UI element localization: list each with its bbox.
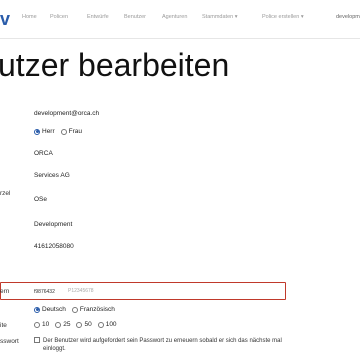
radio-checked-icon[interactable]: [34, 306, 40, 313]
page-size-10-option[interactable]: 10: [34, 321, 49, 328]
page-size-50-option[interactable]: 50: [76, 321, 92, 328]
salutation-radio-group: Herr Frau: [34, 128, 88, 135]
language-franzoesisch-option[interactable]: Französisch: [71, 306, 115, 313]
top-navbar: v Home Policen Entwürfe Benutzer Agentur…: [0, 0, 360, 39]
page-title: utzer bearbeiten: [0, 47, 230, 83]
page-size-25-option[interactable]: 25: [55, 321, 70, 328]
radio-unchecked-icon[interactable]: [71, 306, 78, 313]
reset-password-text: Der Benutzer wird aufgefordert sein Pass…: [43, 338, 282, 352]
language-franzoesisch-label: Französisch: [79, 306, 115, 313]
page-size-label: ite: [0, 322, 7, 329]
phone-field[interactable]: 41612058080: [34, 243, 74, 250]
radio-unchecked-icon[interactable]: [34, 321, 40, 328]
page-size-radio-group: 10 25 50 100: [34, 321, 123, 328]
page-size-50-label: 50: [84, 321, 92, 328]
salutation-herr-option[interactable]: Herr: [34, 128, 55, 135]
short-label: rzel: [0, 190, 11, 197]
page-size-25-label: 25: [63, 321, 71, 328]
nav-police-erstellen-dropdown[interactable]: Police erstellen ▾: [262, 14, 304, 20]
email-field[interactable]: development@orca.ch: [34, 110, 99, 117]
radio-unchecked-icon[interactable]: [55, 321, 62, 328]
user-menu[interactable]: developme: [336, 14, 360, 20]
radio-unchecked-icon[interactable]: [60, 128, 67, 135]
brand-logo[interactable]: v: [0, 9, 10, 30]
department-field[interactable]: Development: [34, 221, 72, 228]
password-label: ern: [0, 288, 10, 295]
page-size-10-label: 10: [42, 321, 50, 328]
radio-checked-icon[interactable]: [34, 128, 40, 135]
short-field[interactable]: OSe: [34, 196, 47, 203]
first-name-field[interactable]: ORCA: [34, 150, 53, 157]
language-deutsch-option[interactable]: Deutsch: [34, 306, 66, 313]
radio-unchecked-icon[interactable]: [76, 321, 83, 328]
nav-policen[interactable]: Policen: [50, 14, 68, 20]
salutation-frau-label: Frau: [68, 128, 83, 135]
salutation-frau-option[interactable]: Frau: [60, 128, 83, 135]
nav-home[interactable]: Home: [22, 14, 37, 20]
nav-benutzer[interactable]: Benutzer: [124, 14, 146, 20]
nav-entwuerfe[interactable]: Entwürfe: [87, 14, 109, 20]
reset-password-label: sswort: [0, 338, 19, 345]
last-name-field[interactable]: Services AG: [34, 172, 70, 179]
nav-stammdaten-dropdown[interactable]: Stammdaten ▾: [202, 14, 237, 20]
page-size-100-label: 100: [105, 321, 117, 328]
reset-password-row: Der Benutzer wird aufgefordert sein Pass…: [34, 337, 293, 353]
radio-unchecked-icon[interactable]: [97, 321, 104, 328]
language-radio-group: Deutsch Französisch: [34, 306, 121, 313]
nav-agenturen[interactable]: Agenturen: [162, 14, 187, 20]
salutation-herr-label: Herr: [42, 128, 55, 135]
password-placeholder-hint: P12345678: [68, 288, 94, 294]
language-deutsch-label: Deutsch: [42, 306, 66, 313]
reset-password-checkbox[interactable]: [34, 337, 40, 343]
page-size-100-option[interactable]: 100: [97, 321, 117, 328]
